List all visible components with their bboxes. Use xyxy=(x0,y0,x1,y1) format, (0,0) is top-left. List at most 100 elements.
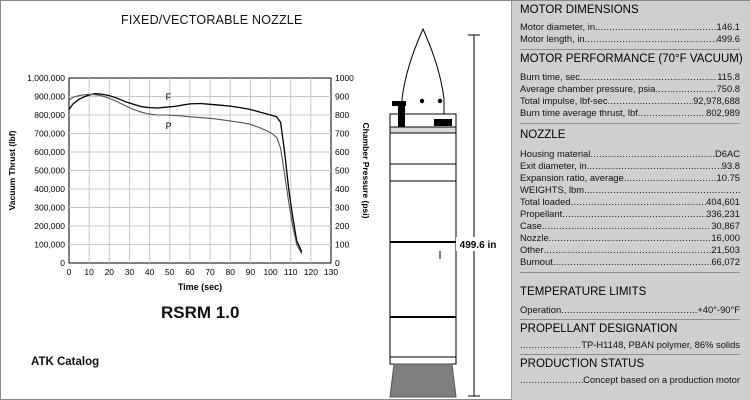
y-right-tick-label: 800 xyxy=(335,110,349,120)
spec-value: 499.6 xyxy=(716,33,740,44)
y-right-tick-label: 100 xyxy=(335,240,349,250)
spec-label: Operation xyxy=(520,304,562,315)
specifications-panel: MOTOR DIMENSIONS Motor diameter, in. 146… xyxy=(511,1,750,400)
spec-label: Nozzle xyxy=(520,232,549,243)
spec-value: 66,072 xyxy=(711,256,740,267)
x-tick-label: 10 xyxy=(84,267,94,277)
spec-row: Burnout 66,072 xyxy=(520,256,740,268)
leader-dots xyxy=(543,244,711,256)
section-divider xyxy=(520,354,740,355)
leader-dots xyxy=(598,21,717,33)
leader-dots xyxy=(562,208,706,220)
production-status-heading: PRODUCTION STATUS xyxy=(520,358,645,370)
spec-row: Total loaded 404,601 xyxy=(520,196,740,208)
x-tick-label: 60 xyxy=(185,267,195,277)
thrust-pressure-chart: 0 0 100,000 100 200,000 200 300,000 300 400,000 4… xyxy=(7,73,371,292)
spec-row: Concept based on a production motor xyxy=(520,374,740,386)
rocket-length-label: 499.6 in xyxy=(460,240,497,251)
catalog-label: ATK Catalog xyxy=(31,356,100,368)
section-divider xyxy=(520,49,740,50)
y-left-tick-label: 0 xyxy=(60,258,65,268)
chart-title: FIXED/VECTORABLE NOZZLE xyxy=(121,13,303,27)
spec-value: 404,601 xyxy=(706,196,740,207)
spec-value: 10.75 xyxy=(716,172,740,183)
y-left-tick-label: 600,000 xyxy=(34,147,65,157)
spec-value: 30,867 xyxy=(711,220,740,231)
spec-row: Burn time average thrust, lbf 802,989 xyxy=(520,107,740,119)
x-tick-label: 20 xyxy=(105,267,115,277)
y-left-tick-label: 100,000 xyxy=(34,240,65,250)
spec-row: Housing material D6AC xyxy=(520,148,740,160)
leader-dots xyxy=(561,304,697,316)
spec-label: Case xyxy=(520,220,542,231)
section-divider xyxy=(520,123,740,124)
attach-marking-right xyxy=(434,119,452,126)
spec-row: Average chamber pressure, psia 750.8 xyxy=(520,83,740,95)
motor-case xyxy=(389,163,457,365)
motor-performance-heading: MOTOR PERFORMANCE (70°F VACUUM) xyxy=(520,53,743,65)
x-tick-label: 90 xyxy=(246,267,256,277)
spec-label: Burn time average thrust, lbf xyxy=(520,107,638,118)
spec-value: 93.8 xyxy=(721,160,740,171)
spec-row: Burn time, sec 115.8 xyxy=(520,71,740,83)
y-right-tick-label: 700 xyxy=(335,129,349,139)
spec-row: TP-H1148, PBAN polymer, 86% solids xyxy=(520,339,740,351)
x-tick-label: 50 xyxy=(165,267,175,277)
leader-dots xyxy=(542,220,711,232)
leader-dots xyxy=(587,33,716,45)
spec-row: Case 30,867 xyxy=(520,220,740,232)
leader-dots xyxy=(549,232,712,244)
y-left-tick-label: 900,000 xyxy=(34,92,65,102)
y-right-tick-label: 500 xyxy=(335,166,349,176)
spec-row: Motor length, in. 499.6 xyxy=(520,33,740,45)
rocket-motor-drawing: 499.6 in xyxy=(389,27,500,398)
spec-label: Total loaded xyxy=(520,196,571,207)
x-tick-label: 40 xyxy=(145,267,155,277)
x-tick-label: 130 xyxy=(324,267,338,277)
spec-row: Propellant 336,231 xyxy=(520,208,740,220)
x-axis-label: Time (sec) xyxy=(178,282,222,292)
nozzle-bell xyxy=(389,363,457,398)
y-left-axis-label: Vacuum Thrust (lbf) xyxy=(7,130,17,210)
spec-value: 92,978,688 xyxy=(693,95,740,106)
ring-band xyxy=(389,126,457,134)
spec-value: 146.1 xyxy=(716,21,740,32)
section-divider xyxy=(520,272,740,273)
leader-dots xyxy=(624,172,717,184)
y-left-tick-label: 400,000 xyxy=(34,184,65,194)
x-tick-label: 0 xyxy=(67,267,72,277)
spec-row: Total impulse, lbf-sec 92,978,688 xyxy=(520,95,740,107)
spec-label: Total impulse, lbf-sec xyxy=(520,95,608,106)
spec-value: 115.8 xyxy=(717,71,740,82)
leader-dots xyxy=(520,339,581,351)
y-right-axis-label: Chamber Pressure (psi) xyxy=(361,123,371,219)
spec-label: Exit diameter, in. xyxy=(520,160,590,171)
spec-label: Average chamber pressure, psia xyxy=(520,83,656,94)
port-dot-2 xyxy=(437,98,443,104)
spec-row: Nozzle 16,000 xyxy=(520,232,740,244)
y-right-tick-label: 600 xyxy=(335,147,349,157)
spec-value: D6AC xyxy=(714,148,740,159)
y-right-tick-label: 1000 xyxy=(335,73,354,83)
x-tick-label: 80 xyxy=(225,267,235,277)
nozzle-heading: NOZZLE xyxy=(520,129,566,141)
y-left-tick-label: 700,000 xyxy=(34,129,65,139)
spec-label: Burnout xyxy=(520,256,553,267)
spec-row: Operation +40°-90°F xyxy=(520,304,740,316)
spec-label: Motor length, in. xyxy=(520,33,588,44)
x-tick-label: 120 xyxy=(304,267,318,277)
spec-value: 802,989 xyxy=(706,107,740,118)
spec-value: 16,000 xyxy=(711,232,740,243)
leader-dots xyxy=(590,148,715,160)
rsrm-title: RSRM 1.0 xyxy=(161,303,240,322)
y-left-tick-label: 1,000,000 xyxy=(27,73,65,83)
propellant-designation-heading: PROPELLANT DESIGNATION xyxy=(520,323,678,335)
spec-value: +40°-90°F xyxy=(697,304,740,315)
spec-row: Expansion ratio, average 10.75 xyxy=(520,172,740,184)
leader-dots xyxy=(608,95,694,107)
leader-dots xyxy=(638,107,706,119)
leader-dots xyxy=(571,196,707,208)
spec-value: 336,231 xyxy=(706,208,740,219)
series-label-f: F xyxy=(166,92,172,102)
motor-dimensions-heading: MOTOR DIMENSIONS xyxy=(520,4,639,16)
